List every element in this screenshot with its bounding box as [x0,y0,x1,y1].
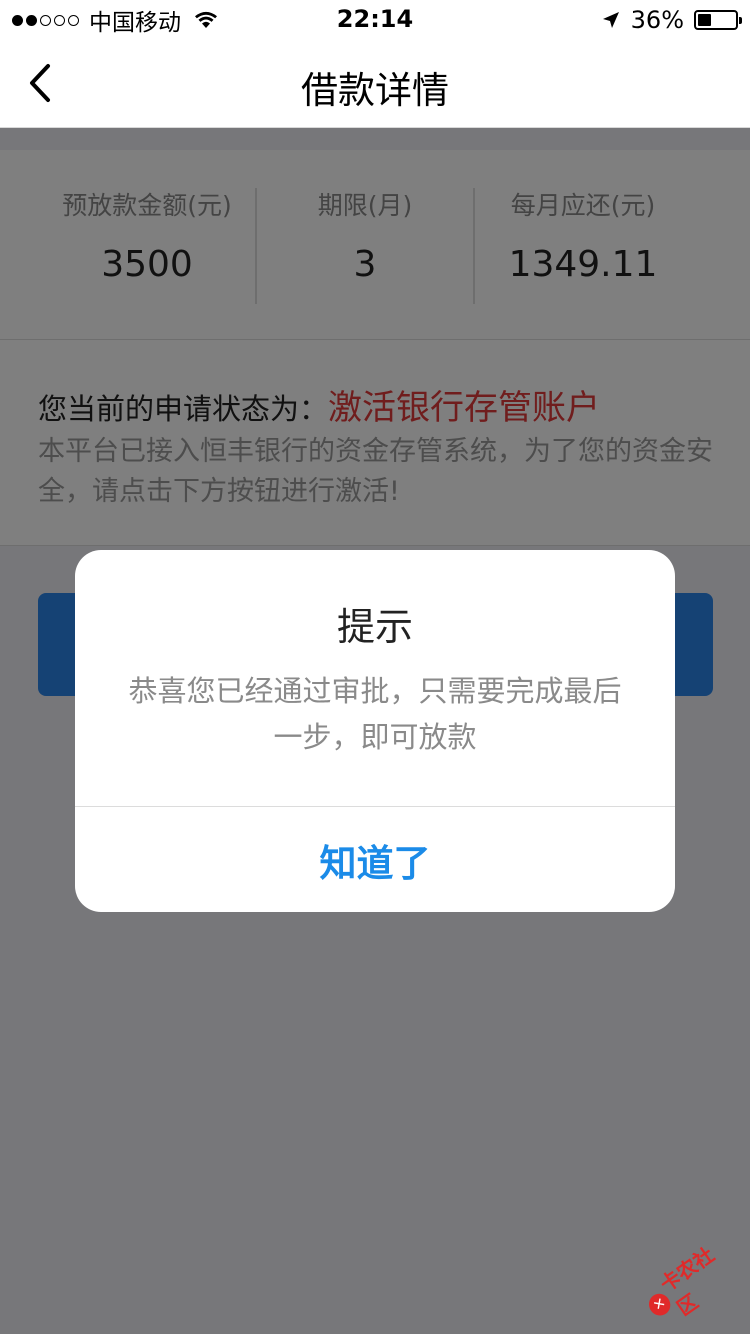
location-arrow-icon [602,12,619,28]
page-title: 借款详情 [301,69,449,112]
battery-fill [698,14,711,26]
dialog-message: 恭喜您已经通过审批，只需要完成最后一步，即可放款 [128,674,622,754]
alert-dialog: 提示 恭喜您已经通过审批，只需要完成最后一步，即可放款 知道了 [75,550,675,912]
dialog-title: 提示 [336,605,413,649]
dialog-confirm-button[interactable]: 知道了 [75,807,675,912]
battery-icon [694,10,742,30]
navigation-bar: 借款详情 [0,40,750,128]
status-bar-right: 36% [601,5,742,35]
battery-percentage: 36% [630,6,684,34]
status-bar: 中国移动 22:14 36% [0,0,750,40]
